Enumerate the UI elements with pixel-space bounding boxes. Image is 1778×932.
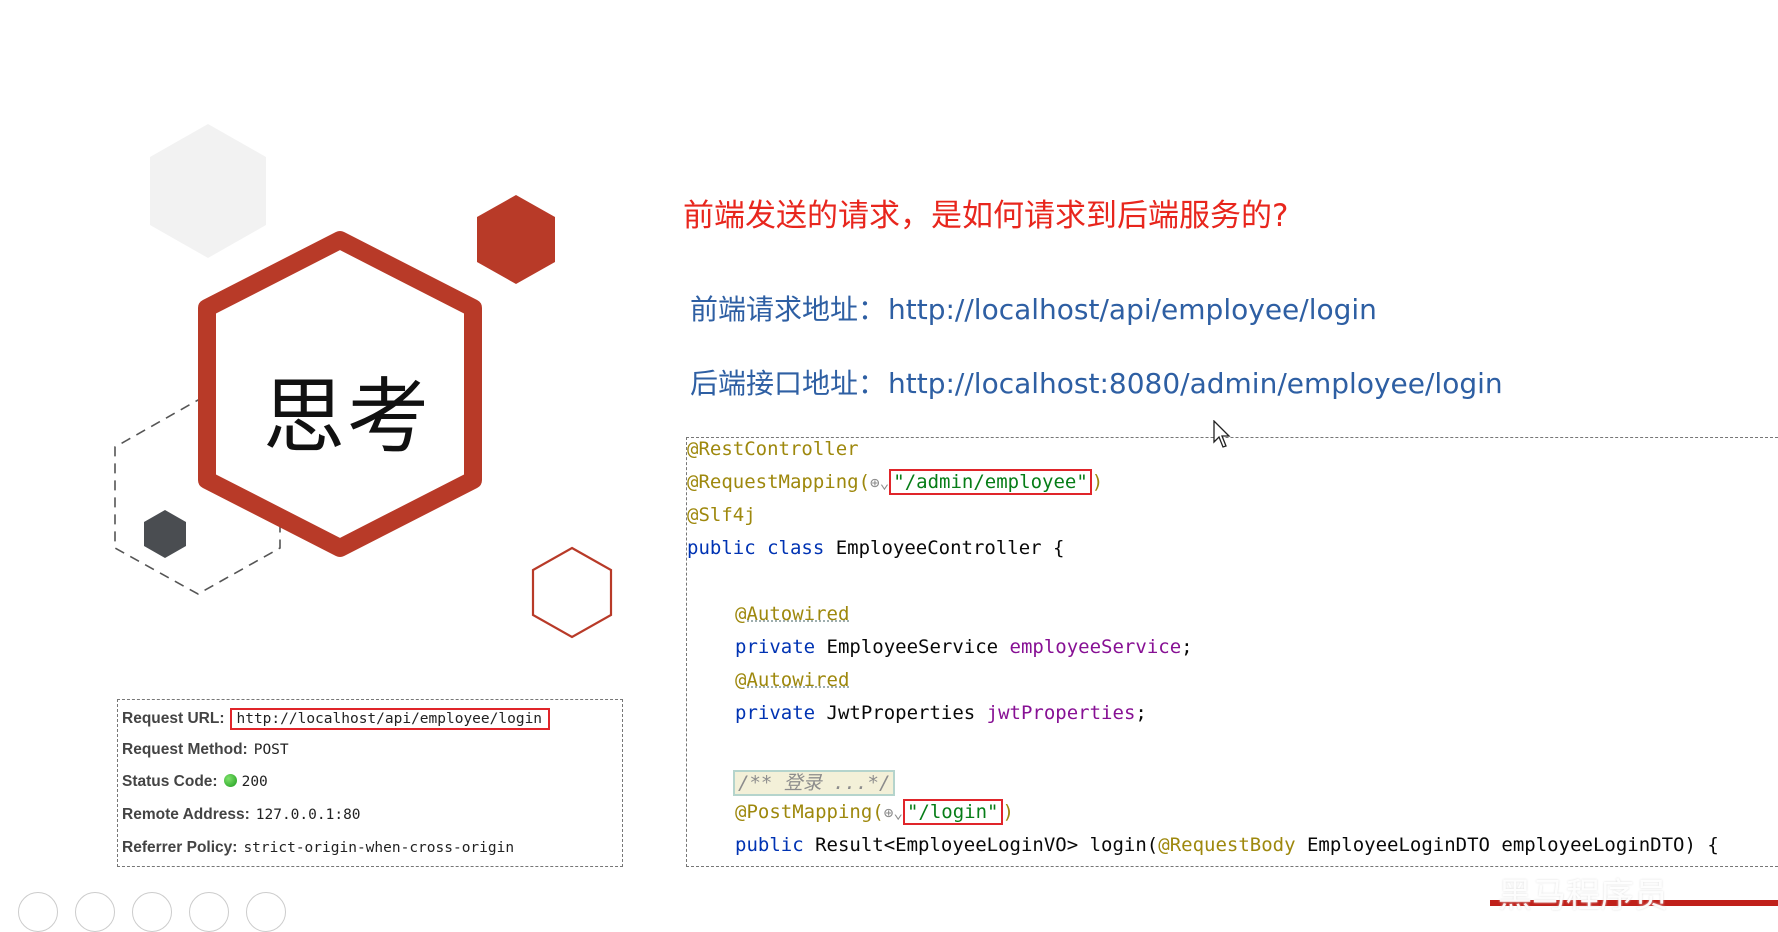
login-path: "/login" bbox=[906, 801, 999, 823]
code-line-12: @PostMapping(⊕⌄ "/login") bbox=[735, 799, 1014, 825]
public-keyword: public bbox=[735, 834, 816, 856]
paren-close: ) bbox=[1091, 471, 1104, 493]
login-signature-end: EmployeeLoginDTO employeeLoginDTO) { bbox=[1306, 834, 1719, 856]
semicolon-1: ; bbox=[1181, 636, 1193, 658]
code-line-7: private EmployeeService employeeService; bbox=[735, 636, 1193, 658]
private-keyword-1: private bbox=[735, 636, 827, 658]
login-doc-comment[interactable]: /** 登录 ...*/ bbox=[732, 770, 896, 796]
status-code-row: Status Code: 200 bbox=[122, 773, 268, 791]
referrer-policy-key: Referrer Policy: bbox=[122, 839, 238, 856]
private-keyword-2: private bbox=[735, 702, 827, 724]
toolbar-prev-icon[interactable] bbox=[18, 892, 58, 932]
post-mapping-annotation: @PostMapping( bbox=[735, 801, 884, 823]
autowired-annotation-2: @Autowired bbox=[735, 669, 850, 691]
referrer-policy-value: strict-origin-when-cross-origin bbox=[243, 840, 515, 856]
status-ok-icon bbox=[223, 774, 237, 787]
code-line-4: public class EmployeeController { bbox=[687, 537, 1065, 559]
outline-hexagon bbox=[531, 546, 613, 639]
brand-watermark: 黑马程序员 bbox=[1498, 876, 1668, 916]
grey-hexagon bbox=[150, 124, 266, 258]
status-code-key: Status Code: bbox=[122, 773, 218, 790]
request-url-row: Request URL: http://localhost/api/employe… bbox=[122, 708, 551, 730]
think-title: 思考 bbox=[263, 370, 432, 465]
code-line-8: @Autowired bbox=[735, 669, 849, 691]
dark-hexagon bbox=[144, 510, 186, 558]
request-body-annotation: @RequestBody bbox=[1158, 834, 1307, 856]
paren-close-2: ) bbox=[1002, 801, 1014, 823]
request-url-highlight: http://localhost/api/employee/login bbox=[230, 708, 551, 730]
remote-address-value: 127.0.0.1:80 bbox=[255, 807, 361, 823]
semicolon-2: ; bbox=[1135, 702, 1147, 724]
referrer-policy-row: Referrer Policy: strict-origin-when-cross… bbox=[122, 839, 514, 857]
code-line-13: public Result<EmployeeLoginVO> login(@Re… bbox=[735, 834, 1719, 856]
employee-service-type: EmployeeService bbox=[826, 636, 1010, 658]
request-details-panel: Request URL: http://localhost/api/employe… bbox=[117, 699, 623, 867]
code-line-2: @RequestMapping(⊕⌄ "/admin/employee") bbox=[687, 469, 1104, 495]
toolbar-grid-icon[interactable] bbox=[132, 892, 172, 932]
globe-icon: ⊕⌄ bbox=[870, 473, 890, 492]
code-line-1: @RestController bbox=[687, 438, 859, 460]
globe-icon: ⊕⌄ bbox=[883, 803, 903, 822]
slf4j-annotation: @Slf4j bbox=[687, 504, 756, 526]
autowired-annotation-1: @Autowired bbox=[735, 603, 850, 625]
employee-service-field: employeeService bbox=[1009, 636, 1182, 658]
request-method-row: Request Method: POST bbox=[122, 741, 289, 759]
backend-address-label: 后端接口地址： bbox=[690, 367, 887, 400]
code-editor-panel: @RestController @RequestMapping(⊕⌄ "/admi… bbox=[686, 437, 1778, 867]
code-line-6: @Autowired bbox=[735, 603, 849, 625]
red-filled-hexagon bbox=[477, 195, 555, 284]
admin-employee-highlight: "/admin/employee" bbox=[889, 469, 1092, 495]
admin-employee-path: "/admin/employee" bbox=[893, 471, 1088, 493]
toolbar-pen-icon[interactable] bbox=[75, 892, 115, 932]
login-signature-start: Result<EmployeeLoginVO> login( bbox=[815, 834, 1159, 856]
request-method-value: POST bbox=[253, 742, 289, 758]
login-path-highlight: "/login" bbox=[902, 799, 1003, 825]
rest-controller-annotation: @RestController bbox=[687, 438, 859, 460]
frontend-address-url: http://localhost/api/employee/login bbox=[888, 293, 1377, 326]
status-code-value: 200 bbox=[241, 774, 268, 790]
code-line-9: private JwtProperties jwtProperties; bbox=[735, 702, 1147, 724]
remote-address-key: Remote Address: bbox=[122, 806, 250, 823]
question-heading: 前端发送的请求，是如何请求到后端服务的? bbox=[683, 198, 1289, 234]
request-mapping-annotation: @RequestMapping( bbox=[687, 471, 871, 493]
request-url-key: Request URL: bbox=[122, 710, 225, 727]
remote-address-row: Remote Address: 127.0.0.1:80 bbox=[122, 806, 361, 824]
code-line-11: /** 登录 ...*/ bbox=[732, 768, 896, 796]
request-url-value: http://localhost/api/employee/login bbox=[236, 711, 543, 727]
class-name: EmployeeController { bbox=[835, 537, 1065, 559]
request-method-key: Request Method: bbox=[122, 741, 248, 758]
backend-address-url: http://localhost:8080/admin/employee/log… bbox=[888, 367, 1503, 400]
frontend-address-label: 前端请求地址： bbox=[690, 293, 887, 326]
jwt-properties-field: jwtProperties bbox=[986, 702, 1136, 724]
toolbar-zoom-icon[interactable] bbox=[189, 892, 229, 932]
jwt-properties-type: JwtProperties bbox=[826, 702, 987, 724]
backend-address-line: 后端接口地址：http://localhost:8080/admin/emplo… bbox=[690, 362, 1503, 402]
toolbar-next-icon[interactable] bbox=[246, 892, 286, 932]
mouse-cursor-icon bbox=[1213, 420, 1231, 448]
class-keyword: public class bbox=[687, 537, 836, 559]
code-line-3: @Slf4j bbox=[687, 504, 756, 526]
frontend-address-line: 前端请求地址：http://localhost/api/employee/log… bbox=[690, 288, 1377, 328]
